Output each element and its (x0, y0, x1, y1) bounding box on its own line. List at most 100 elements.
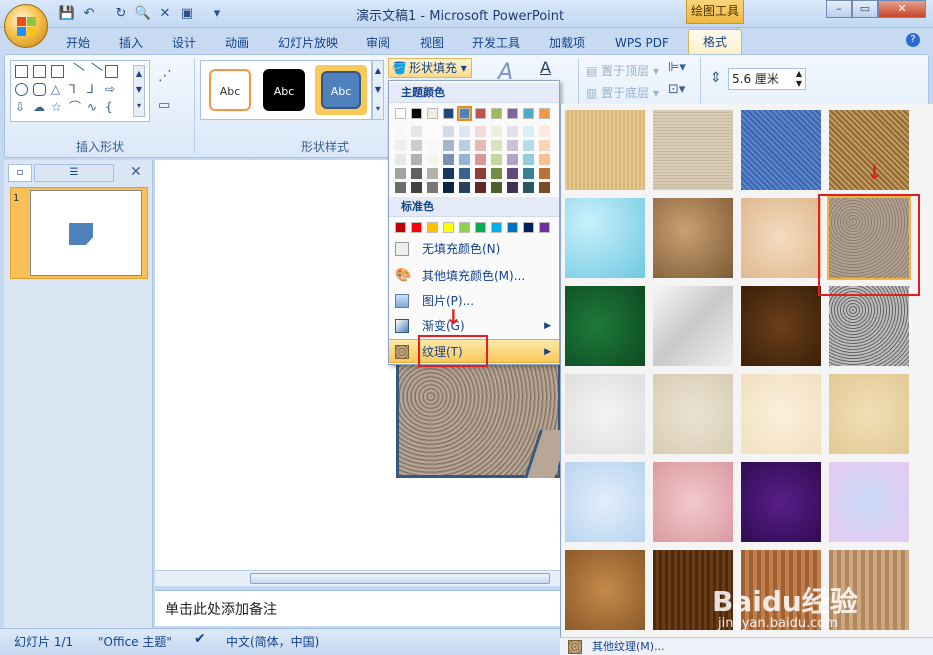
theme-shade-swatch[interactable] (491, 182, 502, 193)
theme-shade-swatch[interactable] (459, 168, 470, 179)
right-arrow-shape-icon[interactable]: ⇨ (105, 83, 118, 96)
shape-fill-button[interactable]: 🪣 形状填充 ▾ (388, 58, 472, 78)
star-shape-icon[interactable]: ☆ (51, 101, 64, 114)
rounded-rect-shape-icon[interactable] (33, 83, 46, 96)
insert-shapes-gallery[interactable]: △ ⅂ ⅃ ⇨ ⇩ ☁ ☆ ⌒ ∿ { ▲ ▼ ▾ (10, 60, 150, 122)
texture-tile[interactable] (653, 462, 733, 542)
send-back-button[interactable]: ▥ 置于底层 ▾ (586, 84, 659, 101)
texture-tile[interactable] (741, 462, 821, 542)
save-icon[interactable]: 💾 (58, 5, 76, 23)
theme-shade-swatch[interactable] (523, 182, 534, 193)
texture-tile[interactable] (565, 110, 645, 190)
theme-shade-swatch[interactable] (443, 140, 454, 151)
tab-insert[interactable]: 插入 (119, 32, 143, 54)
standard-color-swatch[interactable] (427, 222, 438, 233)
tab-addins[interactable]: 加载项 (549, 32, 585, 54)
theme-shade-swatch[interactable] (427, 154, 438, 165)
slide-thumbnail[interactable] (30, 190, 142, 276)
texture-tile[interactable] (829, 462, 909, 542)
outline-tab[interactable]: ☰ (34, 164, 114, 182)
rect-shape-icon[interactable] (105, 65, 118, 78)
theme-shade-swatch[interactable] (539, 182, 550, 193)
theme-shade-swatch[interactable] (411, 126, 422, 137)
theme-shade-swatch[interactable] (475, 168, 486, 179)
texture-tile[interactable] (741, 374, 821, 454)
tab-design[interactable]: 设计 (172, 32, 196, 54)
theme-shade-swatch[interactable] (427, 168, 438, 179)
standard-color-swatch[interactable] (411, 222, 422, 233)
theme-color-swatch[interactable] (411, 108, 422, 119)
theme-shade-swatch[interactable] (491, 126, 502, 137)
group-icon[interactable]: ⊡▾ (668, 82, 685, 97)
print-preview-icon[interactable]: 🔍 (134, 5, 152, 23)
texture-tile[interactable] (829, 374, 909, 454)
shape-styles-gallery[interactable]: Abc Abc Abc (200, 60, 372, 120)
close-button[interactable]: ✕ (878, 0, 926, 18)
tab-developer[interactable]: 开发工具 (472, 32, 520, 54)
scroll-thumb[interactable] (250, 573, 550, 584)
texture-tile[interactable] (741, 286, 821, 366)
theme-shade-swatch[interactable] (539, 140, 550, 151)
texture-tile[interactable] (829, 286, 909, 366)
theme-color-swatch[interactable] (539, 108, 550, 119)
no-fill-item[interactable]: 无填充颜色(N) (389, 237, 559, 261)
standard-color-swatch[interactable] (507, 222, 518, 233)
spellcheck-icon[interactable]: ✔ (194, 631, 206, 647)
theme-shade-swatch[interactable] (395, 182, 406, 193)
theme-shade-swatch[interactable] (411, 182, 422, 193)
theme-shade-swatch[interactable] (443, 182, 454, 193)
theme-shade-swatch[interactable] (427, 140, 438, 151)
style-thumb-black[interactable]: Abc (263, 69, 305, 111)
align-icon[interactable]: ⊫▾ (668, 60, 686, 75)
theme-color-swatch[interactable] (457, 106, 472, 121)
theme-shade-swatch[interactable] (507, 182, 518, 193)
theme-color-swatch[interactable] (523, 108, 534, 119)
tab-wps-pdf[interactable]: WPS PDF (615, 32, 669, 54)
theme-shade-swatch[interactable] (539, 126, 550, 137)
theme-shade-swatch[interactable] (475, 154, 486, 165)
theme-shade-swatch[interactable] (411, 168, 422, 179)
theme-shade-swatch[interactable] (491, 168, 502, 179)
theme-shade-swatch[interactable] (507, 126, 518, 137)
tab-home[interactable]: 开始 (66, 32, 90, 54)
theme-shade-swatch[interactable] (427, 126, 438, 137)
theme-shade-swatch[interactable] (523, 140, 534, 151)
oval-shape-icon[interactable] (15, 83, 28, 96)
tab-animation[interactable]: 动画 (225, 32, 249, 54)
cut-icon[interactable]: ✕ (156, 5, 174, 23)
texture-tile[interactable] (741, 110, 821, 190)
theme-shade-swatch[interactable] (523, 126, 534, 137)
tab-review[interactable]: 审阅 (366, 32, 390, 54)
edit-shape-icon[interactable]: ⋰ (158, 68, 172, 84)
standard-color-swatch[interactable] (395, 222, 406, 233)
texture-tile[interactable] (565, 374, 645, 454)
arc-shape-icon[interactable]: ⌒ (69, 101, 82, 114)
texture-tile[interactable] (653, 198, 733, 278)
redo-icon[interactable]: ↻ (112, 5, 130, 23)
minimize-button[interactable]: – (826, 0, 852, 18)
theme-shade-swatch[interactable] (523, 168, 534, 179)
theme-shade-swatch[interactable] (395, 154, 406, 165)
theme-shade-swatch[interactable] (523, 154, 534, 165)
slides-tab[interactable]: ▫ (8, 164, 32, 182)
elbow-connector-icon[interactable]: ⅂ (69, 83, 82, 96)
callout-shape-icon[interactable]: ☁ (33, 101, 46, 114)
theme-shade-swatch[interactable] (507, 140, 518, 151)
theme-shade-swatch[interactable] (395, 140, 406, 151)
triangle-shape-icon[interactable]: △ (51, 83, 64, 96)
arrow-shape-icon[interactable] (84, 62, 103, 81)
theme-shade-swatch[interactable] (491, 154, 502, 165)
theme-shade-swatch[interactable] (459, 182, 470, 193)
curve-shape-icon[interactable]: ∿ (87, 101, 100, 114)
line-shape-icon[interactable] (66, 62, 85, 81)
textbox-icon[interactable]: ▭ (158, 98, 170, 113)
more-textures-item[interactable]: 其他纹理(M)... (560, 637, 933, 655)
theme-shade-swatch[interactable] (395, 126, 406, 137)
tab-view[interactable]: 视图 (420, 32, 444, 54)
standard-color-swatch[interactable] (539, 222, 550, 233)
standard-color-swatch[interactable] (523, 222, 534, 233)
theme-shade-swatch[interactable] (507, 168, 518, 179)
texture-tile[interactable] (565, 198, 645, 278)
theme-color-swatch[interactable] (443, 108, 454, 119)
theme-shade-swatch[interactable] (459, 154, 470, 165)
